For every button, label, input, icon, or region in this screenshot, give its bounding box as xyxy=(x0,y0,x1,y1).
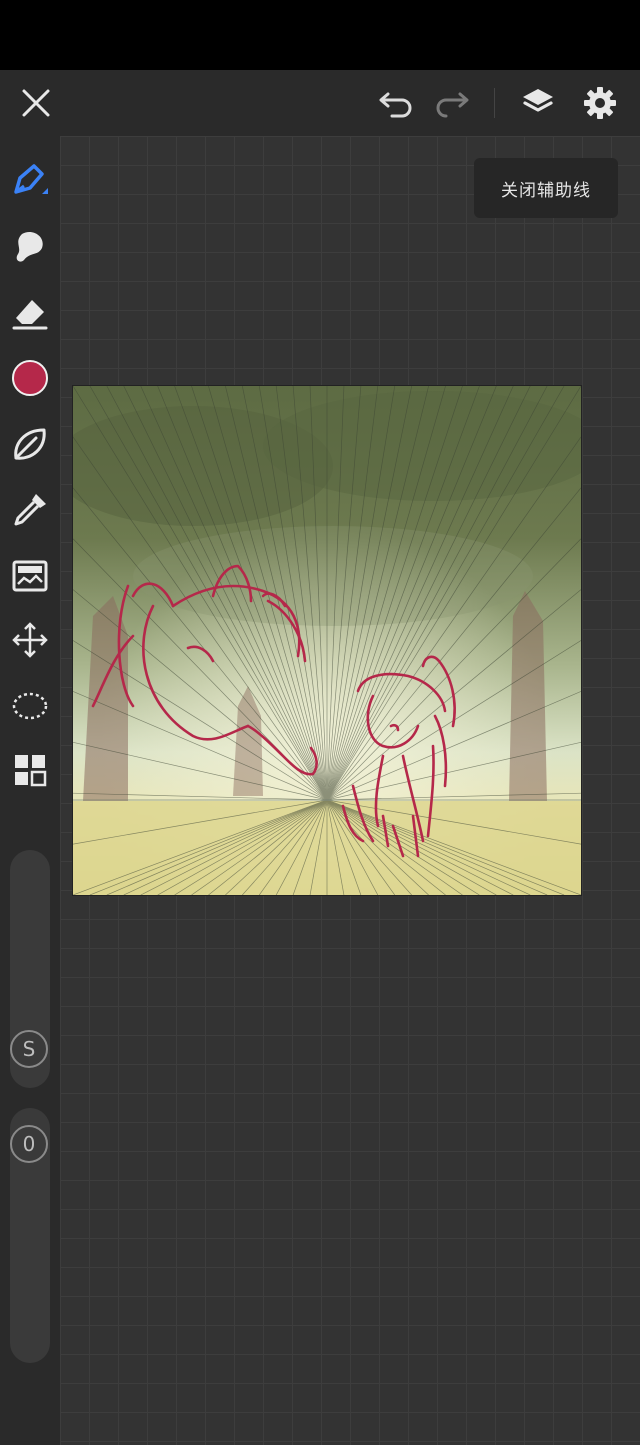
gear-icon xyxy=(584,87,616,119)
settings-button[interactable] xyxy=(572,70,628,136)
selection-tool[interactable] xyxy=(0,678,60,734)
undo-button[interactable] xyxy=(368,70,424,136)
close-guides-button[interactable]: 关闭辅助线 xyxy=(474,158,618,218)
toolbar-divider xyxy=(494,88,495,118)
redo-icon xyxy=(436,92,469,118)
grid-icon xyxy=(15,755,47,787)
layers-icon xyxy=(523,89,553,112)
lasso-tool[interactable] xyxy=(0,416,60,472)
undo-icon xyxy=(379,92,412,118)
smudge-tool[interactable] xyxy=(0,218,60,274)
transform-tool[interactable] xyxy=(0,612,60,668)
close-icon xyxy=(22,89,50,117)
adjust-tool[interactable] xyxy=(0,548,60,604)
pencil-tool[interactable] xyxy=(0,152,60,208)
transform-icon xyxy=(12,622,48,658)
color-swatch xyxy=(12,360,48,396)
eyedropper-tool[interactable] xyxy=(0,482,60,538)
opacity-slider-badge[interactable]: 0 xyxy=(10,1125,48,1163)
selection-icon xyxy=(12,692,48,720)
top-toolbar xyxy=(0,70,640,136)
eraser-icon xyxy=(12,300,48,330)
size-slider-badge[interactable]: S xyxy=(10,1030,48,1068)
lasso-icon xyxy=(14,428,46,460)
adjust-icon xyxy=(12,560,48,592)
redo-button[interactable] xyxy=(424,70,480,136)
color-picker-swatch[interactable] xyxy=(0,350,60,406)
layers-button[interactable] xyxy=(510,70,566,136)
smudge-icon xyxy=(16,231,43,262)
pencil-icon xyxy=(14,164,48,194)
gallery-tool[interactable] xyxy=(0,742,60,798)
artwork-canvas[interactable] xyxy=(73,386,581,895)
eyedropper-icon xyxy=(14,494,46,526)
eraser-tool[interactable] xyxy=(0,284,60,340)
close-button[interactable] xyxy=(8,70,64,136)
status-bar xyxy=(0,0,640,70)
